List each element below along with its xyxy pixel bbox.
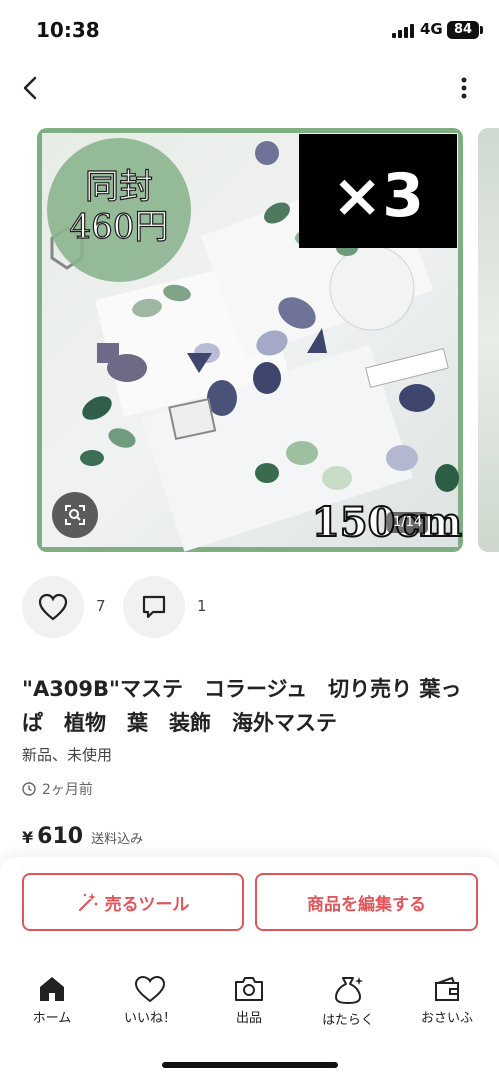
tab-label: いいね！ <box>123 1011 176 1026</box>
camera-icon <box>235 977 263 1001</box>
home-indicator <box>162 1062 338 1068</box>
image-carousel[interactable]: 同封 460円 ×3 150cm 1/14 <box>0 126 499 554</box>
item-title: "A309B"マステ コラージュ 切り売り 葉っぱ 植物 葉 装飾 海外マステ <box>22 677 462 735</box>
price: ¥ 610 送料込み <box>22 824 143 849</box>
product-photo: 同封 460円 ×3 150cm <box>37 128 463 552</box>
tab-wallet[interactable]: おさいふ <box>405 975 489 1035</box>
seller-actions: 売るツール 商品を編集する <box>0 857 499 967</box>
like-button[interactable] <box>22 576 84 638</box>
item-condition: 新品、未使用 <box>22 746 113 764</box>
status-bar: 10:38 4G 84 <box>0 0 499 58</box>
tab-label: 出品 <box>235 1011 262 1026</box>
more-vertical-icon <box>461 77 467 99</box>
comment-count: 1 <box>197 597 207 615</box>
comment-button[interactable] <box>123 576 185 638</box>
battery-tip <box>480 26 483 34</box>
more-options-button[interactable] <box>448 70 480 106</box>
badge-line2: 460円 <box>70 207 169 247</box>
image-counter: 1/14 <box>387 512 429 533</box>
wallet-icon <box>435 976 459 1001</box>
edit-item-label: 商品を編集する <box>307 894 426 915</box>
product-image[interactable]: 同封 460円 ×3 150cm 1/14 <box>37 128 463 552</box>
image-search-button[interactable] <box>52 492 98 538</box>
battery-icon: 84 <box>447 21 479 39</box>
posted-time: 2ヶ月前 <box>22 779 93 799</box>
tab-sell[interactable]: 出品 <box>207 975 291 1035</box>
tab-work[interactable]: はたらく <box>306 975 390 1035</box>
tab-label: おさいふ <box>420 1011 473 1026</box>
heart-icon <box>134 975 166 1003</box>
posted-label: 2ヶ月前 <box>42 782 93 798</box>
signal-icon <box>392 24 414 38</box>
like-count: 7 <box>96 597 106 615</box>
comment-icon <box>142 595 166 619</box>
tab-likes[interactable]: いいね！ <box>108 975 192 1035</box>
shipping-note: 送料込み <box>91 832 144 847</box>
chevron-left-icon <box>23 76 37 100</box>
home-icon <box>40 977 64 1001</box>
price-symbol: ¥ <box>22 828 34 847</box>
tab-home[interactable]: ホーム <box>10 975 94 1035</box>
sell-tool-button[interactable]: 売るツール <box>22 873 244 931</box>
lens-search-icon <box>65 505 85 525</box>
next-image-preview[interactable] <box>478 128 499 552</box>
back-button[interactable] <box>12 70 48 106</box>
heart-icon <box>38 593 68 621</box>
status-time: 10:38 <box>36 18 100 42</box>
multiplier-label: ×3 <box>332 161 424 231</box>
money-bag-icon <box>335 977 363 1004</box>
clock-icon <box>22 782 36 796</box>
tab-label: ホーム <box>32 1011 72 1026</box>
tab-label: はたらく <box>322 1013 374 1028</box>
network-label: 4G <box>420 20 443 38</box>
sparkle-wand-icon <box>78 893 98 912</box>
badge-line1: 同封 <box>85 167 153 207</box>
price-value: 610 <box>37 824 84 849</box>
sell-tool-label: 売るツール <box>104 894 190 915</box>
edit-item-button[interactable]: 商品を編集する <box>255 873 478 931</box>
